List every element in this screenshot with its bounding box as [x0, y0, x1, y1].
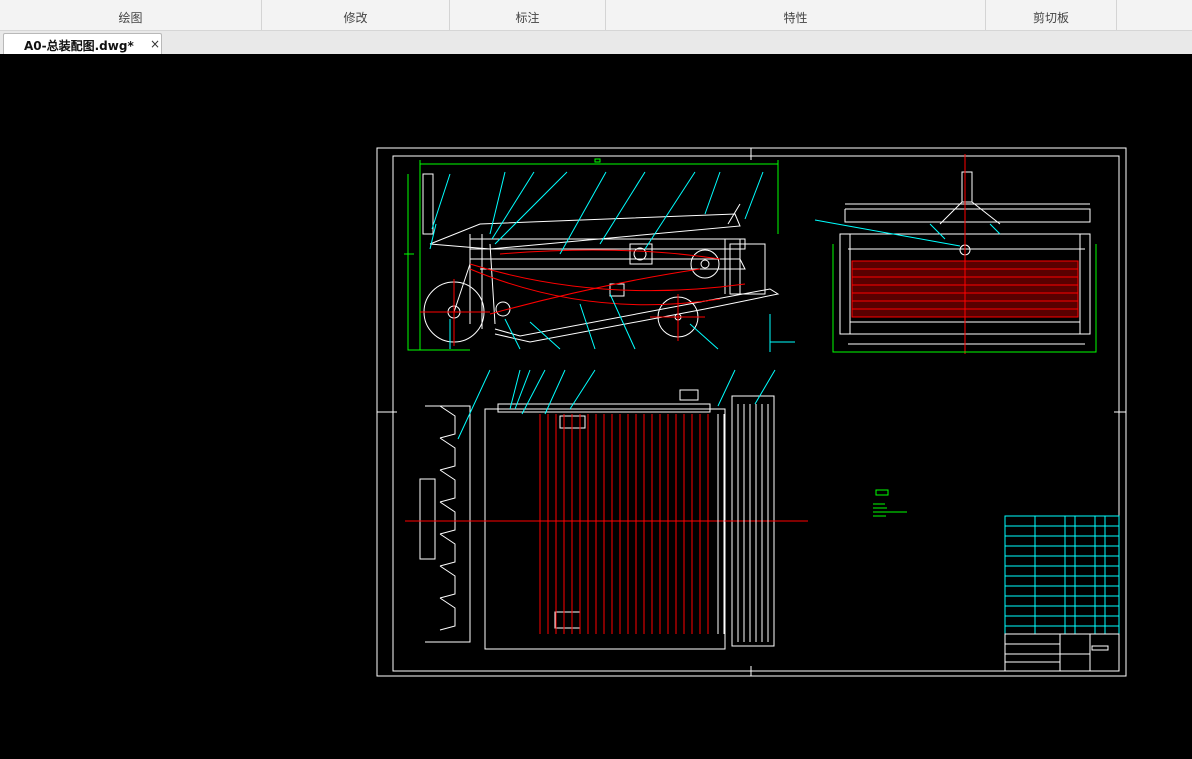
side-view [404, 158, 795, 352]
ribbon-group-label-draw: 绘图 [118, 11, 143, 25]
document-tab-bar: A0-总装配图.dwg* × [0, 31, 1192, 55]
cad-drawing[interactable] [0, 54, 1192, 759]
document-tab[interactable]: A0-总装配图.dwg* × [3, 33, 162, 54]
front-view-leaders [814, 219, 1001, 247]
plan-view [405, 369, 808, 650]
drawing-frame [376, 147, 1127, 677]
ribbon-group-draw[interactable]: 绘图 [0, 0, 262, 30]
ribbon-group-label-annotate: 标注 [515, 11, 540, 25]
technical-notes [873, 489, 907, 517]
drawing-canvas[interactable] [0, 54, 1192, 759]
document-tab-title[interactable]: A0-总装配图.dwg* [24, 37, 134, 54]
side-view-dimensions [404, 158, 779, 351]
title-block [1004, 633, 1120, 672]
side-view-structure [422, 173, 780, 343]
front-view-red-roller [851, 154, 1079, 354]
ribbon-group-label-modify: 修改 [343, 11, 368, 25]
ribbon-group-annotate[interactable]: 标注 [450, 0, 606, 30]
ribbon-group-modify[interactable]: 修改 [262, 0, 450, 30]
ribbon-panel: 绘图 修改 标注 特性 剪切板 [0, 0, 1192, 31]
plan-view-structure [419, 389, 775, 650]
ribbon-group-label-clipboard: 剪切板 [1032, 11, 1069, 25]
plan-view-red-slats [405, 414, 808, 634]
ribbon-group-properties[interactable]: 特性 [606, 0, 986, 30]
ribbon-fold-strip [262, 0, 449, 1]
parts-list [1004, 515, 1120, 635]
front-view [814, 154, 1097, 354]
ribbon-fold-strip [986, 0, 1116, 1]
ribbon-group-clipboard[interactable]: 剪切板 [986, 0, 1117, 30]
close-icon[interactable]: × [150, 37, 160, 51]
ribbon-group-label-properties: 特性 [783, 11, 808, 25]
ribbon-fold-strip [0, 0, 261, 1]
